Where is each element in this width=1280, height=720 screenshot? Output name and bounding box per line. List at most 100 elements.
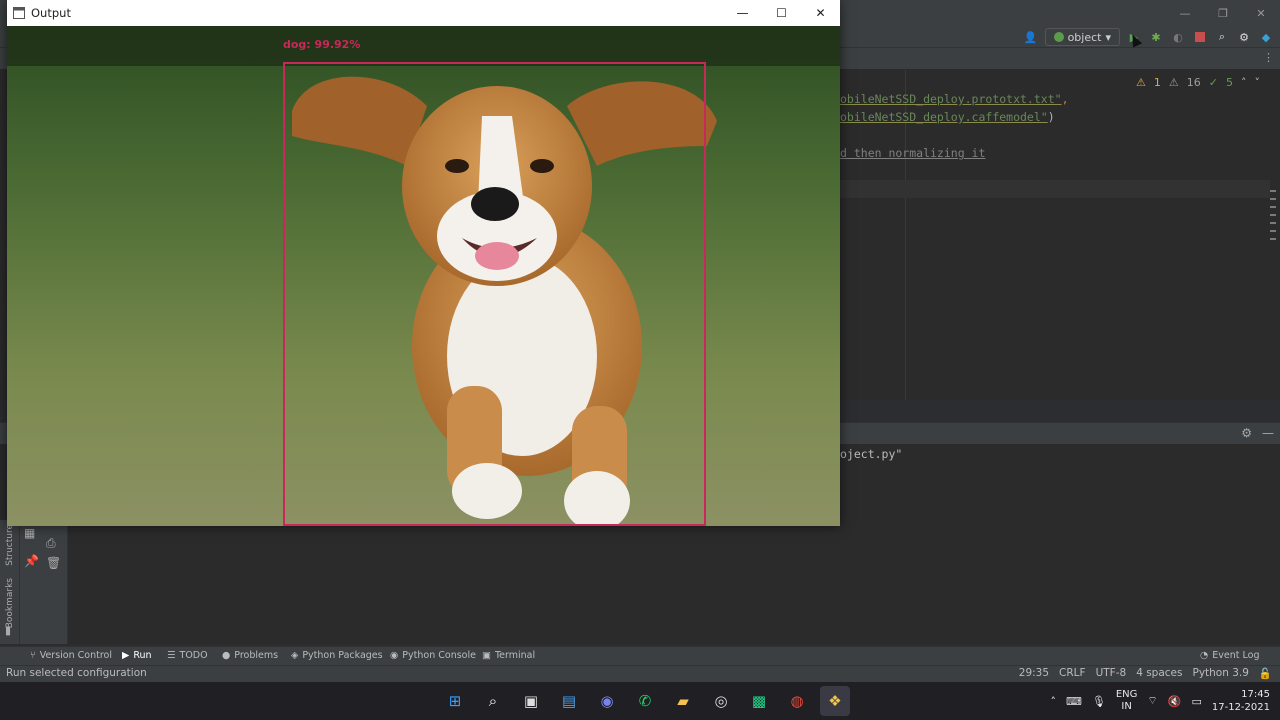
close-button[interactable]: ✕ [801,0,840,26]
window-app-icon [13,7,25,19]
python-config-icon [1053,32,1064,42]
trash-icon[interactable]: 🗑 [46,556,61,570]
more-tabs-icon[interactable]: ⋮ [1263,51,1274,64]
detection-image: dog: 99.92% [7,26,840,526]
language-indicator[interactable]: ENG IN [1116,689,1138,713]
file-encoding[interactable]: UTF-8 [1096,667,1127,680]
output-window[interactable]: Output — ☐ ✕ dog: 99.92% [7,0,840,526]
teams-chat-icon[interactable]: ◉ [592,686,622,716]
pycharm-icon[interactable]: ▩ [744,686,774,716]
toolbar-actions: 👤 object ▾ ▶ ✱ ◐ ⌕ ⚙ ◆ [1023,26,1274,48]
punctuation: , [1061,92,1069,106]
lock-icon[interactable]: 🔓 [1259,667,1272,680]
chevron-up-icon[interactable]: ˄ [1241,76,1247,89]
widgets-icon[interactable]: ▤ [554,686,584,716]
tab-run[interactable]: ▶ Run [122,650,152,661]
maximize-button[interactable]: ☐ [762,0,801,26]
status-bar: Run selected configuration 29:35 CRLF UT… [0,665,1280,682]
python-icon[interactable]: ❖ [820,686,850,716]
print-icon[interactable]: ⎙ [46,536,56,551]
file-explorer-icon[interactable]: ▰ [668,686,698,716]
bookmark-icon[interactable]: ▮ [5,624,11,637]
user-icon[interactable]: 👤 [1023,29,1039,45]
package-icon: ◈ [291,650,299,661]
weak-warning-icon: ⚠ [1168,76,1179,89]
caret-position[interactable]: 29:35 [1019,667,1049,680]
console-output-line: oject.py" [840,447,903,461]
chrome-icon[interactable]: ◍ [782,686,812,716]
string-literal: obileNetSSD_deploy.caffemodel" [840,110,1048,124]
branch-icon: ⑂ [30,650,36,661]
jetbrains-logo-icon[interactable]: ◆ [1258,29,1274,45]
terminal-icon: ▣ [482,650,491,661]
warning-icon: ⚠ [1136,76,1146,89]
windows-taskbar: ⊞ ⌕ ▣ ▤ ◉ ✆ ▰ ◎ ▩ ◍ ❖ ˄ ⌨ 🎙 ENG IN ⌔ 🔇 ▭… [0,682,1280,720]
line-separator[interactable]: CRLF [1059,667,1086,680]
scrollbar-markers[interactable] [1270,190,1276,246]
hide-panel-icon[interactable]: — [1262,426,1274,440]
output-window-controls: — ☐ ✕ [723,0,840,26]
tab-problems[interactable]: ● Problems [222,650,278,661]
ide-minimize-button[interactable]: — [1166,0,1204,26]
ide-close-button[interactable]: ✕ [1242,0,1280,26]
string-literal: obileNetSSD_deploy.prototxt.txt" [840,92,1062,106]
python-interpreter[interactable]: Python 3.9 [1192,667,1248,680]
status-widgets: 29:35 CRLF UTF-8 4 spaces Python 3.9 🔓 [1019,667,1272,680]
run-config-label: object [1067,30,1102,44]
debug-icon[interactable]: ✱ [1148,29,1164,45]
search-icon[interactable]: ⌕ [478,686,508,716]
search-icon[interactable]: ⌕ [1214,29,1230,45]
stop-icon[interactable] [1192,29,1208,45]
inspection-widget[interactable]: ⚠ 1 ⚠ 16 ✓ 5 ˄ ˅ [1136,76,1260,89]
chevron-up-icon[interactable]: ˄ [1051,695,1057,708]
taskbar-apps: ⊞ ⌕ ▣ ▤ ◉ ✆ ▰ ◎ ▩ ◍ ❖ [440,682,850,720]
warning-count: 1 [1153,76,1161,89]
detection-label: dog: 99.92% [283,38,361,51]
tab-version-control[interactable]: ⑂ Version Control [30,650,112,661]
left-tool-strip: Structure Bookmarks ▮ [0,520,20,644]
chevron-down-icon[interactable]: ˅ [1255,76,1261,89]
coverage-icon[interactable]: ◐ [1170,29,1186,45]
status-message: Run selected configuration [6,667,147,679]
detection-bounding-box [283,62,706,526]
tab-terminal[interactable]: ▣ Terminal [482,650,535,661]
obs-icon[interactable]: ◎ [706,686,736,716]
task-view-icon[interactable]: ▣ [516,686,546,716]
weak-warning-count: 16 [1186,76,1201,89]
layout-icon[interactable]: ▦ [24,526,35,540]
ide-restore-button[interactable]: ❐ [1204,0,1242,26]
battery-icon[interactable]: ▭ [1191,695,1201,708]
wifi-icon[interactable]: ⌔ [1147,694,1157,708]
microphone-icon[interactable]: 🎙 [1092,695,1106,708]
run-configuration-select[interactable]: object ▾ [1044,28,1120,46]
whatsapp-icon[interactable]: ✆ [630,686,660,716]
run-tool-sidebar: ▦ 📌 ⎙ 🗑 [20,520,68,644]
chevron-down-icon: ▾ [1105,30,1111,44]
output-window-title: Output [31,6,71,20]
output-title-bar[interactable]: Output — ☐ ✕ [7,0,840,26]
gear-icon[interactable]: ⚙ [1241,426,1252,440]
code-line: obileNetSSD_deploy.caffemodel") [840,110,1055,124]
punctuation: ) [1047,110,1055,124]
tab-event-log[interactable]: ◔ Event Log [1200,650,1260,661]
clock[interactable]: 17:45 17-12-2021 [1212,688,1270,714]
python-icon: ◉ [390,650,399,661]
structure-tab[interactable]: Structure [5,524,15,566]
keyboard-icon[interactable]: ⌨ [1066,695,1082,708]
tab-python-packages[interactable]: ◈ Python Packages [291,650,383,661]
typo-check-icon: ✓ [1208,76,1218,89]
list-icon: ☰ [167,650,176,661]
pin-icon[interactable]: 📌 [24,554,39,568]
comment: d then normalizing it [840,146,986,160]
bookmarks-tab[interactable]: Bookmarks [5,578,15,628]
windows-start-icon[interactable]: ⊞ [440,686,470,716]
tab-todo[interactable]: ☰ TODO [167,650,208,661]
gear-icon[interactable]: ⚙ [1236,29,1252,45]
tab-python-console[interactable]: ◉ Python Console [390,650,476,661]
indent-setting[interactable]: 4 spaces [1136,667,1182,680]
info-icon: ● [222,650,231,661]
minimize-button[interactable]: — [723,0,762,26]
tool-window-bar: ⑂ Version Control ▶ Run ☰ TODO ● Problems ◈ P… [0,646,1280,666]
speaker-muted-icon[interactable]: 🔇 [1168,695,1182,708]
typo-count: 5 [1226,76,1233,89]
